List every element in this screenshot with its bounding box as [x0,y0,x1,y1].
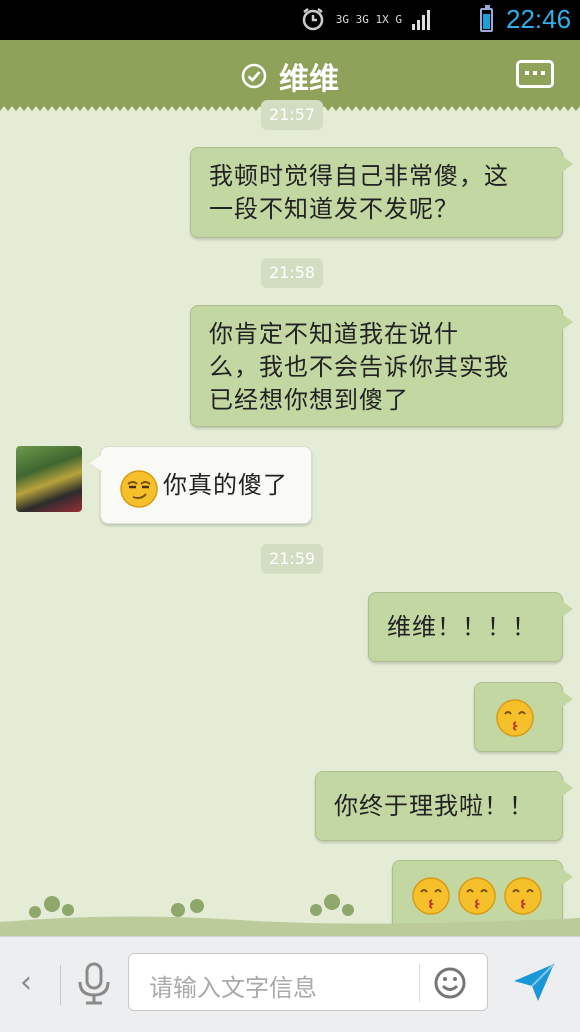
send-button[interactable] [512,961,556,1007]
chat-title: 维维 [279,62,339,97]
chevron-left-icon[interactable]: ‹ [20,965,32,1000]
microphone-icon [78,962,110,1005]
message-input[interactable]: 请输入文字信息 [128,953,488,1011]
message-bubble-outgoing[interactable] [474,682,573,752]
divider [60,965,61,1005]
timestamp: 21:58 [261,258,324,288]
send-icon [514,963,555,1001]
message-bubble-outgoing[interactable]: 我顿时觉得自己非常傻，这 一段不知道发不发呢？ [190,147,573,238]
message-bubble-incoming[interactable]: 你真的傻了 [90,446,312,524]
divider [419,964,420,1002]
smiley-icon [434,967,466,999]
message-bubble-outgoing[interactable]: 维维！！！！ [368,592,573,662]
smirk-emoji-icon [119,469,159,509]
message-text: 你肯定不知道我在说什 么，我也不会告诉你其实我 已经想你想到傻了 [209,320,509,414]
message-text: 维维！！！！ [387,613,537,641]
input-placeholder: 请输入文字信息 [149,974,317,1002]
timestamp: 21:59 [261,544,324,574]
battery-icon [480,5,493,32]
voice-input-button[interactable] [74,961,114,1011]
check-circle-icon [241,63,267,89]
contact-avatar[interactable] [16,446,82,512]
status-bar: 3G 3G 1X G 22:46 [0,0,580,40]
timestamp: 21:57 [261,100,324,130]
status-clock: 22:46 [506,4,572,34]
network-indicator: 3G 3G 1X G [335,12,402,26]
more-icon [519,71,551,75]
signal-icon [412,8,430,30]
emoji-button[interactable] [433,966,467,1004]
alarm-icon [302,8,324,31]
message-text: 你真的傻了 [163,471,288,499]
message-text: 我顿时觉得自己非常傻，这 一段不知道发不发呢？ [209,162,509,223]
input-bar: ‹ 请输入文字信息 [0,936,580,1032]
message-bubble-outgoing[interactable]: 你终于理我啦！！ [315,771,573,841]
title-bar: 维维 [0,40,580,106]
more-button[interactable] [516,60,554,88]
status-icons: 3G 3G 1X G [300,6,430,32]
message-bubble-outgoing[interactable]: 你肯定不知道我在说什 么，我也不会告诉你其实我 已经想你想到傻了 [190,305,573,427]
background-scenery [0,894,580,940]
kiss-emoji-icon [495,698,535,738]
message-text: 你终于理我啦！！ [334,792,534,820]
